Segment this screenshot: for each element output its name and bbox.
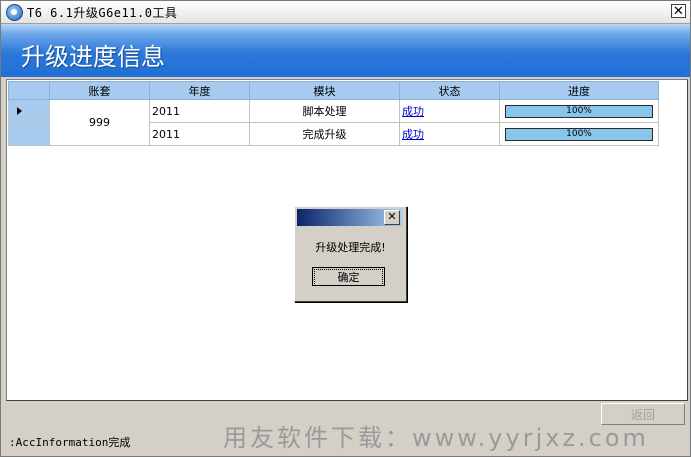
ok-button-label: 确定: [314, 269, 383, 286]
status-text: :AccInformation完成: [9, 436, 131, 449]
ok-button[interactable]: 确定: [312, 267, 385, 286]
window-title: T6 6.1升级G6e11.0工具: [27, 6, 178, 20]
close-icon[interactable]: ✕: [671, 4, 686, 18]
module-cell[interactable]: 脚本处理: [249, 99, 400, 123]
column-header-progress[interactable]: 进度: [499, 81, 659, 100]
table-row[interactable]: 999 2011 脚本处理 成功 100%: [8, 99, 659, 146]
status-link[interactable]: 成功: [402, 105, 424, 118]
dialog-title-bar[interactable]: ✕: [297, 209, 402, 226]
progress-bar: 100%: [505, 104, 653, 118]
row-header[interactable]: [8, 122, 50, 146]
account-cell[interactable]: 999: [49, 99, 150, 146]
column-header-year[interactable]: 年度: [149, 81, 250, 100]
row-header[interactable]: [8, 99, 50, 123]
grid-header-row: 账套 年度 模块 状态 进度: [8, 81, 659, 100]
column-header-module[interactable]: 模块: [249, 81, 400, 100]
status-cell[interactable]: 成功: [399, 99, 500, 123]
progress-bar: 100%: [505, 127, 653, 141]
module-cell[interactable]: 完成升级: [249, 122, 400, 146]
year-cell[interactable]: 2011: [149, 122, 250, 146]
row-marker-icon: [17, 107, 22, 115]
status-cell[interactable]: 成功: [399, 122, 500, 146]
header-banner: 升级进度信息: [1, 24, 690, 77]
progress-cell: 100%: [499, 99, 659, 123]
column-header-account[interactable]: 账套: [49, 81, 150, 100]
dialog-message: 升级处理完成!: [315, 241, 386, 254]
page-title: 升级进度信息: [21, 43, 165, 71]
grid-corner-cell: [8, 81, 50, 100]
completion-dialog: ✕ 升级处理完成! 确定: [294, 206, 407, 302]
progress-cell: 100%: [499, 122, 659, 146]
watermark-text: 用友软件下载：www.yyrjxz.com: [223, 424, 649, 452]
close-icon[interactable]: ✕: [384, 210, 400, 225]
title-bar[interactable]: T6 6.1升级G6e11.0工具 ✕: [1, 1, 690, 24]
app-icon: [6, 4, 23, 21]
year-cell[interactable]: 2011: [149, 99, 250, 123]
column-header-status[interactable]: 状态: [399, 81, 500, 100]
upgrade-grid: 账套 年度 模块 状态 进度 999 2011 脚本处理 成功 100% 201…: [8, 81, 659, 146]
status-link[interactable]: 成功: [402, 128, 424, 141]
main-window: T6 6.1升级G6e11.0工具 ✕ 升级进度信息 账套 年度 模块 状态 进…: [0, 0, 691, 457]
